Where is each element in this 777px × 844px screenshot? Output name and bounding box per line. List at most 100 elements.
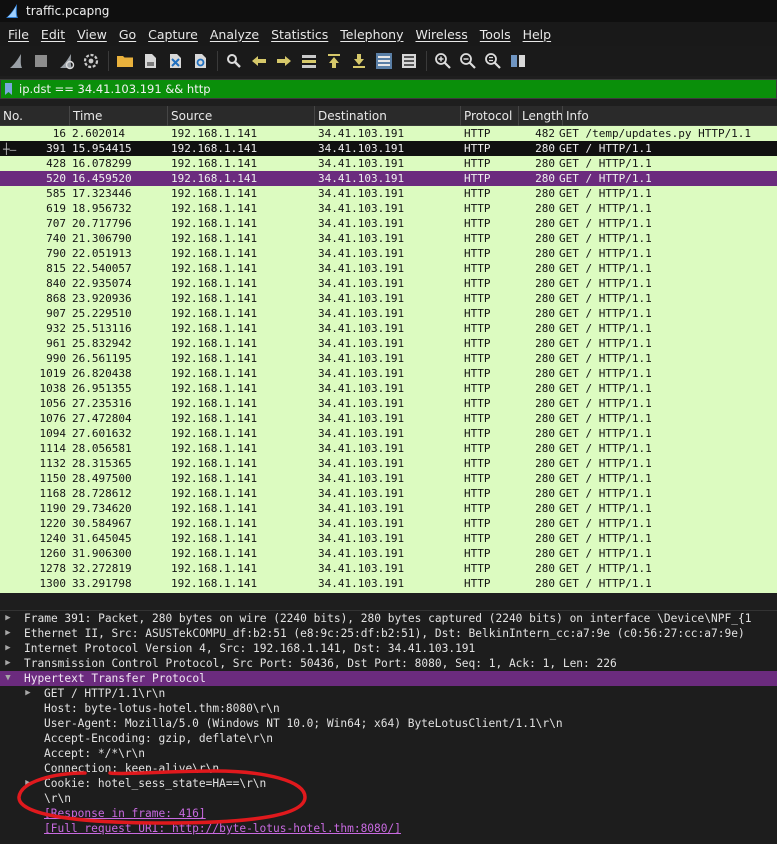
- detail-row[interactable]: ▶ Ethernet II, Src: ASUSTekCOMPU_df:b2:51…: [0, 626, 777, 641]
- packet-row[interactable]: 1076 27.472804 192.168.1.141 34.41.103.191 H…: [0, 411, 777, 426]
- packet-row[interactable]: 1240 31.645045 192.168.1.141 34.41.103.191 H…: [0, 531, 777, 546]
- column-header-no[interactable]: No.: [0, 106, 70, 126]
- detail-link[interactable]: [Response in frame: 416]: [44, 806, 206, 821]
- detail-row[interactable]: Accept: */*\r\n: [0, 746, 777, 761]
- packet-row[interactable]: 961 25.832942 192.168.1.141 34.41.103.191 HT…: [0, 336, 777, 351]
- column-header-length[interactable]: Length: [519, 106, 563, 126]
- go-back-icon[interactable]: [249, 51, 269, 71]
- packet-cell-length: 280: [535, 217, 555, 230]
- packet-row[interactable]: 790 22.051913 192.168.1.141 34.41.103.191 HT…: [0, 246, 777, 261]
- stop-icon[interactable]: [31, 51, 51, 71]
- expand-arrow-right-icon[interactable]: ▶: [3, 626, 13, 641]
- detail-row[interactable]: ▶ Transmission Control Protocol, Src Port…: [0, 656, 777, 671]
- menu-statistics[interactable]: Statistics: [265, 27, 334, 42]
- column-header-info[interactable]: Info: [563, 106, 777, 126]
- menu-wireless[interactable]: Wireless: [409, 27, 473, 42]
- zoom-out-icon[interactable]: [458, 51, 478, 71]
- pane-splitter[interactable]: [0, 593, 777, 611]
- menu-file[interactable]: File: [2, 27, 35, 42]
- menu-edit[interactable]: Edit: [35, 27, 71, 42]
- detail-row[interactable]: Connection: keep-alive\r\n: [0, 761, 777, 776]
- packet-cell-length: 482: [535, 127, 555, 140]
- packet-row[interactable]: 932 25.513116 192.168.1.141 34.41.103.191 HT…: [0, 321, 777, 336]
- go-forward-icon[interactable]: [274, 51, 294, 71]
- packet-row[interactable]: 907 25.229510 192.168.1.141 34.41.103.191 HT…: [0, 306, 777, 321]
- packet-row[interactable]: 1056 27.235316 192.168.1.141 34.41.103.191 H…: [0, 396, 777, 411]
- autoscroll-icon[interactable]: [374, 51, 394, 71]
- expand-arrow-right-icon[interactable]: ▶: [3, 656, 13, 671]
- packet-row[interactable]: 1300 33.291798 192.168.1.141 34.41.103.191 H…: [0, 576, 777, 591]
- detail-row[interactable]: ▶ GET / HTTP/1.1\r\n: [0, 686, 777, 701]
- column-header-destination[interactable]: Destination: [315, 106, 461, 126]
- column-header-time[interactable]: Time: [70, 106, 168, 126]
- expand-arrow-right-icon[interactable]: ▶: [3, 611, 13, 626]
- packet-row[interactable]: 840 22.935074 192.168.1.141 34.41.103.191 HT…: [0, 276, 777, 291]
- packet-row[interactable]: 585 17.323446 192.168.1.141 34.41.103.191 HT…: [0, 186, 777, 201]
- packet-row[interactable]: 619 18.956732 192.168.1.141 34.41.103.191 HT…: [0, 201, 777, 216]
- save-file-icon[interactable]: [140, 51, 160, 71]
- open-folder-icon[interactable]: [115, 51, 135, 71]
- detail-row[interactable]: User-Agent: Mozilla/5.0 (Windows NT 10.0…: [0, 716, 777, 731]
- zoom-in-icon[interactable]: [433, 51, 453, 71]
- packet-row[interactable]: 520 16.459520 192.168.1.141 34.41.103.191 HT…: [0, 171, 777, 186]
- expand-arrow-down-icon[interactable]: ▼: [3, 671, 13, 686]
- packet-row[interactable]: 815 22.540057 192.168.1.141 34.41.103.191 HT…: [0, 261, 777, 276]
- filter-bookmark-icon[interactable]: [1, 80, 15, 98]
- go-to-packet-icon[interactable]: [299, 51, 319, 71]
- packet-row[interactable]: 1150 28.497500 192.168.1.141 34.41.103.191 H…: [0, 471, 777, 486]
- menu-capture[interactable]: Capture: [142, 27, 204, 42]
- packet-row[interactable]: 990 26.561195 192.168.1.141 34.41.103.191 HT…: [0, 351, 777, 366]
- packet-row[interactable]: 1260 31.906300 192.168.1.141 34.41.103.191 H…: [0, 546, 777, 561]
- zoom-normal-icon[interactable]: [483, 51, 503, 71]
- packet-row[interactable]: 1190 29.734620 192.168.1.141 34.41.103.191 H…: [0, 501, 777, 516]
- packet-row[interactable]: 707 20.717796 192.168.1.141 34.41.103.191 HT…: [0, 216, 777, 231]
- detail-link[interactable]: [Full request URI: http://byte-lotus-hot…: [44, 821, 401, 836]
- detail-row[interactable]: [Response in frame: 416]: [0, 806, 777, 821]
- go-first-icon[interactable]: [324, 51, 344, 71]
- column-header-source[interactable]: Source: [168, 106, 315, 126]
- packet-row[interactable]: 1019 26.820438 192.168.1.141 34.41.103.191 H…: [0, 366, 777, 381]
- packet-row[interactable]: 1168 28.728612 192.168.1.141 34.41.103.191 H…: [0, 486, 777, 501]
- menu-analyze[interactable]: Analyze: [204, 27, 265, 42]
- packet-row[interactable]: 1114 28.056581 192.168.1.141 34.41.103.191 H…: [0, 441, 777, 456]
- packet-row[interactable]: 740 21.306790 192.168.1.141 34.41.103.191 HT…: [0, 231, 777, 246]
- packet-row[interactable]: 1094 27.601632 192.168.1.141 34.41.103.191 H…: [0, 426, 777, 441]
- menu-tools[interactable]: Tools: [474, 27, 517, 42]
- display-filter-input[interactable]: [15, 80, 755, 98]
- packet-cell-source: 192.168.1.141: [171, 472, 258, 485]
- menu-view[interactable]: View: [71, 27, 113, 42]
- detail-row[interactable]: ▶ Frame 391: Packet, 280 bytes on wire (2…: [0, 611, 777, 626]
- detail-row[interactable]: ▶ Cookie: hotel_sess_state=HA==\r\n: [0, 776, 777, 791]
- resize-columns-icon[interactable]: [508, 51, 528, 71]
- reload-icon[interactable]: [190, 51, 210, 71]
- expand-arrow-right-icon[interactable]: ▶: [23, 776, 33, 791]
- colorize-icon[interactable]: [399, 51, 419, 71]
- detail-row[interactable]: \r\n: [0, 791, 777, 806]
- menu-help[interactable]: Help: [517, 27, 558, 42]
- detail-row[interactable]: Accept-Encoding: gzip, deflate\r\n: [0, 731, 777, 746]
- packet-row[interactable]: 868 23.920936 192.168.1.141 34.41.103.191 HT…: [0, 291, 777, 306]
- search-icon[interactable]: [224, 51, 244, 71]
- go-last-icon[interactable]: [349, 51, 369, 71]
- menu-telephony[interactable]: Telephony: [334, 27, 409, 42]
- close-file-icon[interactable]: [165, 51, 185, 71]
- detail-row[interactable]: ▶ Internet Protocol Version 4, Src: 192.1…: [0, 641, 777, 656]
- expand-arrow-right-icon[interactable]: ▶: [3, 641, 13, 656]
- detail-row[interactable]: ▼ Hypertext Transfer Protocol: [0, 671, 777, 686]
- restart-icon[interactable]: [56, 51, 76, 71]
- packet-row[interactable]: 1278 32.272819 192.168.1.141 34.41.103.191 H…: [0, 561, 777, 576]
- menu-go[interactable]: Go: [113, 27, 142, 42]
- detail-row[interactable]: Host: byte-lotus-hotel.thm:8080\r\n: [0, 701, 777, 716]
- packet-row[interactable]: 1038 26.951355 192.168.1.141 34.41.103.191 H…: [0, 381, 777, 396]
- column-header-protocol[interactable]: Protocol: [461, 106, 519, 126]
- packet-row[interactable]: 1220 30.584967 192.168.1.141 34.41.103.191 H…: [0, 516, 777, 531]
- capture-options-icon[interactable]: [81, 51, 101, 71]
- expand-arrow-right-icon[interactable]: ▶: [23, 686, 33, 701]
- shark-fin-start-icon[interactable]: [6, 51, 26, 71]
- packet-row[interactable]: 16 2.602014 192.168.1.141 34.41.103.191 HTTP…: [0, 126, 777, 141]
- packet-row[interactable]: ┼— 391 15.954415 192.168.1.141 34.41.103.191…: [0, 141, 777, 156]
- packet-row[interactable]: 428 16.078299 192.168.1.141 34.41.103.191 HT…: [0, 156, 777, 171]
- detail-row[interactable]: [Full request URI: http://byte-lotus-hot…: [0, 821, 777, 836]
- packet-cell-no: 1019: [39, 367, 67, 380]
- packet-row[interactable]: 1132 28.315365 192.168.1.141 34.41.103.191 H…: [0, 456, 777, 471]
